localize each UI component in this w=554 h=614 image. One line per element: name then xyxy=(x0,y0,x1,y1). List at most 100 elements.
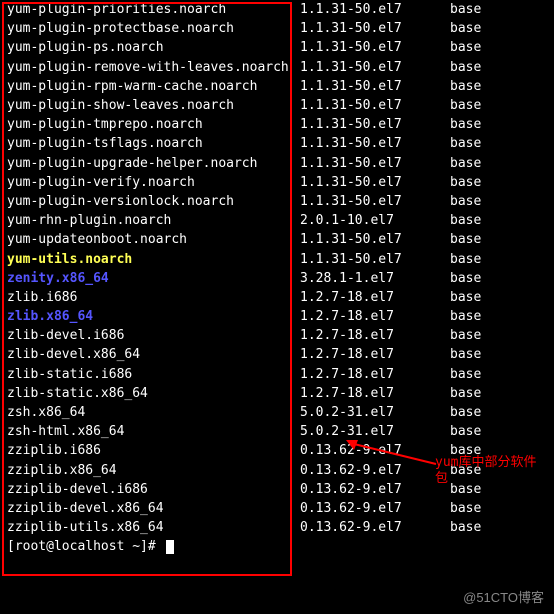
package-name: yum-plugin-rpm-warm-cache.noarch xyxy=(0,79,300,94)
package-name: yum-plugin-tmprepo.noarch xyxy=(0,117,300,132)
package-name: zlib-static.i686 xyxy=(0,367,300,382)
package-row: yum-plugin-upgrade-helper.noarch1.1.31-5… xyxy=(0,154,554,173)
package-version: 1.2.7-18.el7 xyxy=(300,328,450,343)
package-row: zsh.x86_645.0.2-31.el7base xyxy=(0,403,554,422)
package-repo: base xyxy=(450,117,554,132)
package-name: zlib-static.x86_64 xyxy=(0,386,300,401)
package-repo: base xyxy=(450,40,554,55)
package-repo: base xyxy=(450,98,554,113)
package-version: 1.2.7-18.el7 xyxy=(300,290,450,305)
package-name: yum-updateonboot.noarch xyxy=(0,232,300,247)
package-row: zenity.x86_643.28.1-1.el7base xyxy=(0,269,554,288)
package-version: 1.1.31-50.el7 xyxy=(300,98,450,113)
package-name: zlib-devel.i686 xyxy=(0,328,300,343)
package-repo: base xyxy=(450,232,554,247)
package-repo: base xyxy=(450,213,554,228)
watermark-text: @51CTO博客 xyxy=(463,587,544,606)
shell-prompt: [root@localhost ~]# xyxy=(7,539,164,554)
package-version: 1.2.7-18.el7 xyxy=(300,367,450,382)
package-repo: base xyxy=(450,252,554,267)
package-row: zsh-html.x86_645.0.2-31.el7base xyxy=(0,422,554,441)
package-version: 0.13.62-9.el7 xyxy=(300,520,450,535)
package-name: zziplib-utils.x86_64 xyxy=(0,520,300,535)
package-version: 1.1.31-50.el7 xyxy=(300,252,450,267)
package-row: zziplib-utils.x86_640.13.62-9.el7base xyxy=(0,518,554,537)
package-name: yum-utils.noarch xyxy=(0,252,300,267)
package-repo: base xyxy=(450,60,554,75)
package-version: 1.1.31-50.el7 xyxy=(300,232,450,247)
package-repo: base xyxy=(450,501,554,516)
package-version: 1.1.31-50.el7 xyxy=(300,40,450,55)
package-name: yum-plugin-ps.noarch xyxy=(0,40,300,55)
package-repo: base xyxy=(450,405,554,420)
package-row: zlib-static.x86_641.2.7-18.el7base xyxy=(0,384,554,403)
package-row: yum-utils.noarch1.1.31-50.el7base xyxy=(0,249,554,268)
package-version: 2.0.1-10.el7 xyxy=(300,213,450,228)
package-repo: base xyxy=(450,271,554,286)
package-repo: base xyxy=(450,175,554,190)
package-row: zlib.i6861.2.7-18.el7base xyxy=(0,288,554,307)
package-row: yum-plugin-priorities.noarch1.1.31-50.el… xyxy=(0,0,554,19)
package-row: zlib-static.i6861.2.7-18.el7base xyxy=(0,365,554,384)
package-name: yum-plugin-show-leaves.noarch xyxy=(0,98,300,113)
package-version: 1.1.31-50.el7 xyxy=(300,175,450,190)
package-row: yum-updateonboot.noarch1.1.31-50.el7base xyxy=(0,230,554,249)
package-repo: base xyxy=(450,424,554,439)
annotation-arrow-icon xyxy=(346,440,441,468)
package-repo: base xyxy=(450,290,554,305)
package-row: yum-rhn-plugin.noarch2.0.1-10.el7base xyxy=(0,211,554,230)
package-row: yum-plugin-ps.noarch1.1.31-50.el7base xyxy=(0,38,554,57)
package-version: 1.1.31-50.el7 xyxy=(300,21,450,36)
package-repo: base xyxy=(450,194,554,209)
package-version: 5.0.2-31.el7 xyxy=(300,424,450,439)
package-version: 5.0.2-31.el7 xyxy=(300,405,450,420)
package-version: 3.28.1-1.el7 xyxy=(300,271,450,286)
package-row: yum-plugin-tsflags.noarch1.1.31-50.el7ba… xyxy=(0,134,554,153)
package-row: yum-plugin-protectbase.noarch1.1.31-50.e… xyxy=(0,19,554,38)
package-version: 1.1.31-50.el7 xyxy=(300,117,450,132)
package-version: 1.2.7-18.el7 xyxy=(300,386,450,401)
package-name: zlib.i686 xyxy=(0,290,300,305)
package-repo: base xyxy=(450,156,554,171)
package-row: yum-plugin-versionlock.noarch1.1.31-50.e… xyxy=(0,192,554,211)
package-name: yum-plugin-tsflags.noarch xyxy=(0,136,300,151)
package-name: zziplib.x86_64 xyxy=(0,463,300,478)
package-name: zsh-html.x86_64 xyxy=(0,424,300,439)
package-name: zlib-devel.x86_64 xyxy=(0,347,300,362)
package-version: 1.2.7-18.el7 xyxy=(300,309,450,324)
package-repo: base xyxy=(450,520,554,535)
package-row: yum-plugin-remove-with-leaves.noarch1.1.… xyxy=(0,58,554,77)
package-name: yum-plugin-priorities.noarch xyxy=(0,2,300,17)
package-version: 1.1.31-50.el7 xyxy=(300,136,450,151)
package-row: zlib.x86_641.2.7-18.el7base xyxy=(0,307,554,326)
package-row: yum-plugin-rpm-warm-cache.noarch1.1.31-5… xyxy=(0,77,554,96)
package-name: yum-rhn-plugin.noarch xyxy=(0,213,300,228)
package-row: yum-plugin-tmprepo.noarch1.1.31-50.el7ba… xyxy=(0,115,554,134)
package-row: yum-plugin-verify.noarch1.1.31-50.el7bas… xyxy=(0,173,554,192)
package-name: yum-plugin-upgrade-helper.noarch xyxy=(0,156,300,171)
package-repo: base xyxy=(450,347,554,362)
package-version: 1.1.31-50.el7 xyxy=(300,79,450,94)
package-name: yum-plugin-verify.noarch xyxy=(0,175,300,190)
package-row: zziplib-devel.x86_640.13.62-9.el7base xyxy=(0,499,554,518)
package-name: zenity.x86_64 xyxy=(0,271,300,286)
package-name: yum-plugin-versionlock.noarch xyxy=(0,194,300,209)
package-repo: base xyxy=(450,309,554,324)
package-repo: base xyxy=(450,79,554,94)
package-version: 1.1.31-50.el7 xyxy=(300,2,450,17)
package-repo: base xyxy=(450,21,554,36)
cursor-icon xyxy=(166,540,174,554)
package-name: zziplib.i686 xyxy=(0,443,300,458)
package-repo: base xyxy=(450,367,554,382)
package-name: yum-plugin-remove-with-leaves.noarch xyxy=(0,60,300,75)
package-repo: base xyxy=(450,2,554,17)
package-name: zlib.x86_64 xyxy=(0,309,300,324)
package-row: yum-plugin-show-leaves.noarch1.1.31-50.e… xyxy=(0,96,554,115)
package-repo: base xyxy=(450,386,554,401)
package-version: 0.13.62-9.el7 xyxy=(300,482,450,497)
package-version: 1.1.31-50.el7 xyxy=(300,156,450,171)
package-name: yum-plugin-protectbase.noarch xyxy=(0,21,300,36)
package-row: zlib-devel.i6861.2.7-18.el7base xyxy=(0,326,554,345)
annotation-text: yum库中部分软件 包 xyxy=(435,455,536,486)
prompt-line[interactable]: [root@localhost ~]# xyxy=(0,537,554,556)
